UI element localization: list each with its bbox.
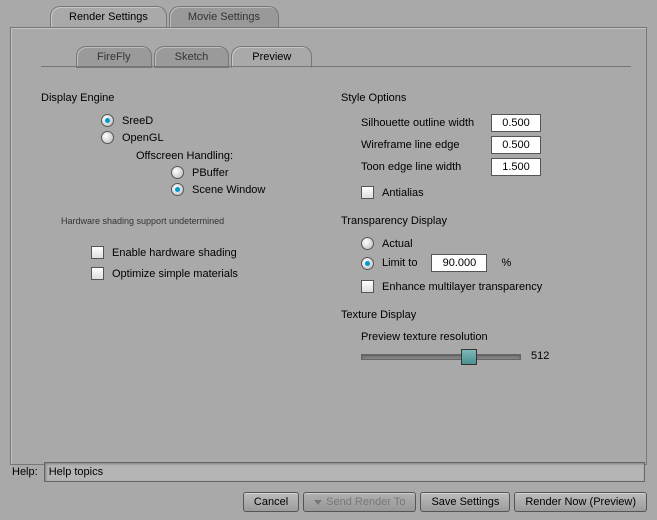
slider-thumb[interactable] bbox=[461, 349, 477, 365]
tab-preview[interactable]: Preview bbox=[231, 46, 312, 68]
optimize-label: Optimize simple materials bbox=[112, 268, 238, 280]
help-row: Help: Help topics bbox=[12, 462, 645, 482]
enable-hw-checkbox[interactable] bbox=[91, 246, 104, 259]
transparency-title: Transparency Display bbox=[341, 215, 631, 227]
radio-actual[interactable] bbox=[361, 237, 374, 250]
toon-label: Toon edge line width bbox=[361, 161, 491, 173]
radio-opengl[interactable] bbox=[101, 131, 114, 144]
radio-pbuffer-label: PBuffer bbox=[192, 167, 229, 179]
texture-res-slider[interactable] bbox=[361, 349, 521, 363]
radio-actual-row[interactable]: Actual bbox=[361, 237, 631, 250]
left-column: Display Engine SreeD OpenGL Offscreen Ha… bbox=[41, 92, 331, 454]
tab-movie-settings[interactable]: Movie Settings bbox=[169, 6, 279, 27]
antialias-checkbox[interactable] bbox=[361, 186, 374, 199]
help-input[interactable]: Help topics bbox=[44, 462, 645, 482]
render-now-button[interactable]: Render Now (Preview) bbox=[514, 492, 647, 512]
enable-hw-row[interactable]: Enable hardware shading bbox=[91, 246, 331, 259]
content-frame: Display Engine SreeD OpenGL Offscreen Ha… bbox=[41, 66, 631, 454]
offscreen-label: Offscreen Handling: bbox=[136, 150, 331, 162]
wireframe-label: Wireframe line edge bbox=[361, 139, 491, 151]
enhance-row[interactable]: Enhance multilayer transparency bbox=[361, 280, 631, 293]
hw-status-text: Hardware shading support undetermined bbox=[61, 216, 331, 226]
optimize-row[interactable]: Optimize simple materials bbox=[91, 267, 331, 280]
radio-limit-label: Limit to bbox=[382, 257, 417, 269]
texture-title: Texture Display bbox=[341, 309, 631, 321]
radio-actual-label: Actual bbox=[382, 238, 413, 250]
limit-input[interactable]: 90.000 bbox=[431, 254, 487, 272]
chevron-down-icon bbox=[314, 500, 322, 505]
radio-scenewin[interactable] bbox=[171, 183, 184, 196]
button-bar: Cancel Send Render To Save Settings Rend… bbox=[243, 492, 647, 512]
antialias-row[interactable]: Antialias bbox=[361, 186, 631, 199]
radio-pbuffer[interactable] bbox=[171, 166, 184, 179]
radio-opengl-label: OpenGL bbox=[122, 132, 164, 144]
send-render-button[interactable]: Send Render To bbox=[303, 492, 416, 512]
enhance-checkbox[interactable] bbox=[361, 280, 374, 293]
tab-sketch[interactable]: Sketch bbox=[154, 46, 230, 68]
enable-hw-label: Enable hardware shading bbox=[112, 247, 237, 259]
radio-sreed-row[interactable]: SreeD bbox=[101, 114, 331, 127]
sub-tab-bar: FireFly Sketch Preview bbox=[11, 28, 646, 68]
top-tab-bar: Render Settings Movie Settings bbox=[0, 0, 657, 27]
radio-opengl-row[interactable]: OpenGL bbox=[101, 131, 331, 144]
silhouette-input[interactable]: 0.500 bbox=[491, 114, 541, 132]
radio-sreed[interactable] bbox=[101, 114, 114, 127]
wireframe-input[interactable]: 0.500 bbox=[491, 136, 541, 154]
right-column: Style Options Silhouette outline width 0… bbox=[341, 92, 631, 454]
display-engine-title: Display Engine bbox=[41, 92, 331, 104]
enhance-label: Enhance multilayer transparency bbox=[382, 281, 542, 293]
radio-sreed-label: SreeD bbox=[122, 115, 153, 127]
optimize-checkbox[interactable] bbox=[91, 267, 104, 280]
toon-input[interactable]: 1.500 bbox=[491, 158, 541, 176]
radio-pbuffer-row[interactable]: PBuffer bbox=[171, 166, 331, 179]
help-label: Help: bbox=[12, 466, 38, 478]
limit-suffix: % bbox=[501, 257, 511, 269]
style-options-title: Style Options bbox=[341, 92, 631, 104]
antialias-label: Antialias bbox=[382, 187, 424, 199]
panel-body: FireFly Sketch Preview Display Engine Sr… bbox=[10, 27, 647, 465]
silhouette-label: Silhouette outline width bbox=[361, 117, 491, 129]
radio-limit-row[interactable]: Limit to 90.000 % bbox=[361, 254, 631, 272]
radio-limit[interactable] bbox=[361, 257, 374, 270]
radio-scenewin-row[interactable]: Scene Window bbox=[171, 183, 331, 196]
texture-res-value: 512 bbox=[531, 350, 549, 362]
cancel-button[interactable]: Cancel bbox=[243, 492, 299, 512]
save-settings-button[interactable]: Save Settings bbox=[420, 492, 510, 512]
radio-scenewin-label: Scene Window bbox=[192, 184, 265, 196]
tab-render-settings[interactable]: Render Settings bbox=[50, 6, 167, 27]
texture-res-label: Preview texture resolution bbox=[361, 331, 631, 343]
tab-firefly[interactable]: FireFly bbox=[76, 46, 152, 68]
